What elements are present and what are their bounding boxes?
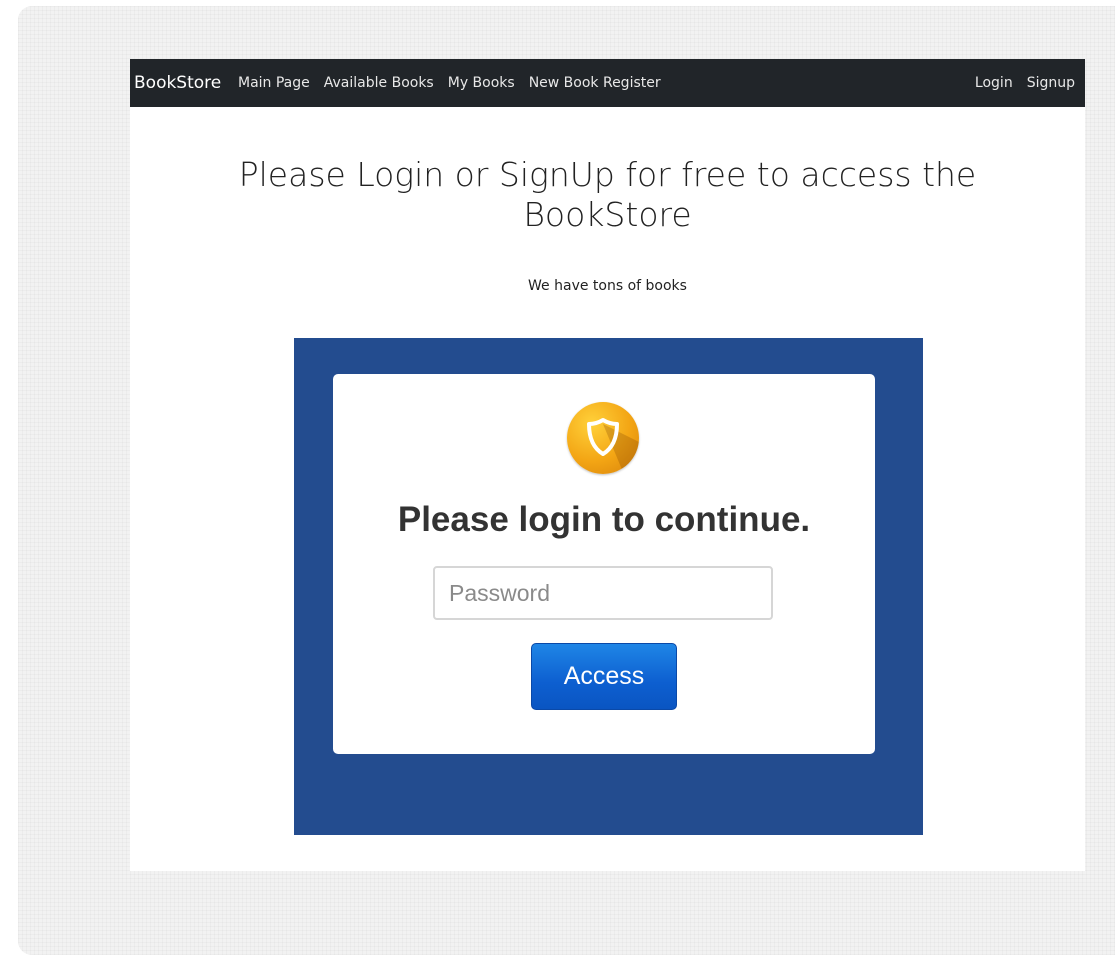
nav-links: Main Page Available Books My Books New B… (238, 74, 661, 92)
access-button[interactable]: Access (531, 643, 677, 710)
nav-link-new-book-register[interactable]: New Book Register (529, 74, 661, 92)
shield-icon (567, 402, 639, 474)
login-panel: Please login to continue. Access (294, 338, 923, 835)
brand-logo[interactable]: BookStore (134, 72, 221, 94)
password-input[interactable] (433, 566, 773, 620)
login-card: Please login to continue. Access (333, 374, 875, 754)
login-heading: Please login to continue. (397, 500, 811, 539)
nav-link-my-books[interactable]: My Books (448, 74, 515, 92)
top-navbar: BookStore Main Page Available Books My B… (130, 59, 1085, 107)
nav-link-main-page[interactable]: Main Page (238, 74, 310, 92)
nav-link-available-books[interactable]: Available Books (324, 74, 434, 92)
page-subtitle: We have tons of books (528, 278, 687, 294)
bookstore-page: BookStore Main Page Available Books My B… (130, 59, 1085, 871)
nav-link-login[interactable]: Login (975, 74, 1013, 92)
nav-link-signup[interactable]: Signup (1027, 74, 1075, 92)
page-title: Please Login or SignUp for free to acces… (238, 155, 977, 234)
auth-links: Login Signup (975, 74, 1075, 92)
